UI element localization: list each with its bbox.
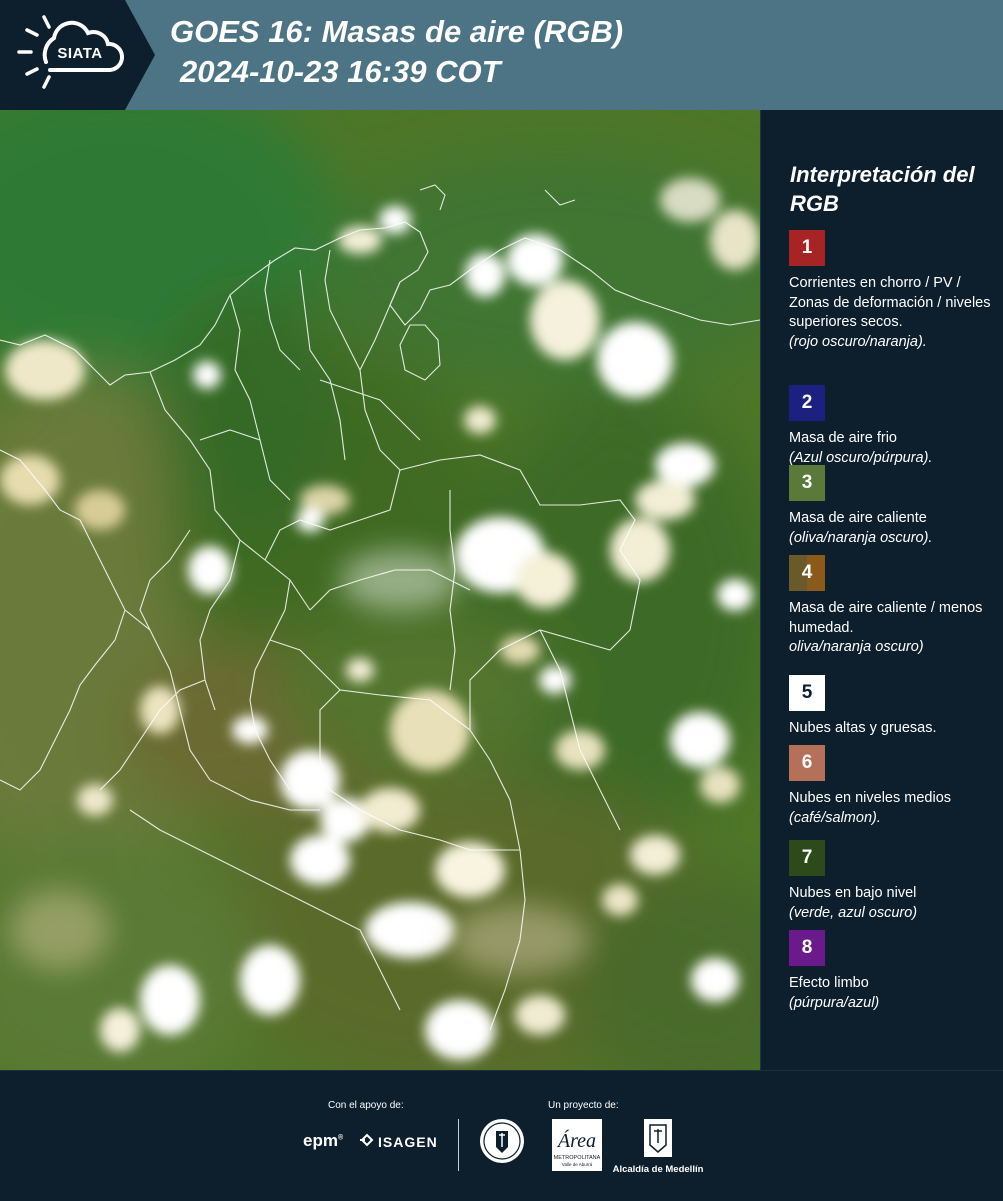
legend-number: 8 <box>801 937 813 958</box>
legend-note: (rojo oscuro/naranja). <box>789 333 927 350</box>
legend-item-2: 2 Masa de aire frio (Azul oscuro/púrpura). <box>789 385 994 468</box>
siata-logo-text: SIATA <box>57 45 103 62</box>
legend-item-8: 8 Efecto limbo (púrpura/azul) <box>789 930 994 1013</box>
legend-swatch-7: 7 <box>789 840 825 876</box>
legend-number: 3 <box>801 472 813 493</box>
legend-description: Corrientes en chorro / PV / Zonas de def… <box>789 275 991 330</box>
area-metropolitana-logo: Área METROPOLITANA Valle de Aburrá <box>552 1119 602 1176</box>
isagen-logo-text: ISAGEN <box>378 1134 438 1150</box>
footer: Con el apoyo de: Un proyecto de: epm® IS… <box>0 1070 1003 1201</box>
legend-swatch-5: 5 <box>789 675 825 711</box>
legend-note: (púrpura/azul) <box>789 994 880 1011</box>
legend-note: (verde, azul oscuro) <box>789 904 918 921</box>
legend-item-6: 6 Nubes en niveles medios (café/salmon). <box>789 745 994 828</box>
page-subtitle-datetime: 2024-10-23 16:39 COT <box>180 54 501 89</box>
area-logo-sub: METROPOLITANA <box>554 1155 601 1161</box>
legend-description: Masa de aire frio <box>789 430 897 446</box>
siata-logo: SIATA <box>0 0 155 110</box>
legend-number: 5 <box>801 682 813 703</box>
legend-swatch-4: 4 <box>789 555 825 591</box>
legend-item-4: 4 Masa de aire caliente / menos humedad. o… <box>789 555 994 658</box>
legend-title: Interpretación del RGB <box>790 162 975 216</box>
epm-logo-text: epm <box>303 1131 338 1150</box>
project-label: Un proyecto de: <box>548 1100 619 1111</box>
legend-number: 2 <box>801 392 813 413</box>
legend-description: Nubes altas y gruesas. <box>789 720 937 736</box>
legend-swatch-8: 8 <box>789 930 825 966</box>
alcaldia-text: Alcaldía de Medellín <box>612 1164 704 1175</box>
legend-swatch-6: 6 <box>789 745 825 781</box>
legend-number: 6 <box>801 752 813 773</box>
legend-description: Masa de aire caliente / menos humedad. <box>789 600 983 636</box>
legend-swatch-2: 2 <box>789 385 825 421</box>
legend-item-1: 1 Corrientes en chorro / PV / Zonas de de… <box>789 230 994 352</box>
legend-number: 1 <box>801 237 813 258</box>
alcaldia-medellin-logo: Alcaldía de Medellín <box>612 1119 704 1175</box>
legend-swatch-1: 1 <box>789 230 825 266</box>
legend-note: (oliva/naranja oscuro). <box>789 529 933 546</box>
area-logo-sub2: Valle de Aburrá <box>562 1162 593 1167</box>
legend-description: Nubes en niveles medios <box>789 790 952 806</box>
legend-description: Masa de aire caliente <box>789 510 927 526</box>
legend-item-3: 3 Masa de aire caliente (oliva/naranja osc… <box>789 465 994 548</box>
legend-description: Efecto limbo <box>789 975 869 991</box>
legend-description: Nubes en bajo nivel <box>789 885 917 901</box>
header: SIATA GOES 16: Masas de aire (RGB) 2024-… <box>0 0 1003 110</box>
legend-item-7: 7 Nubes en bajo nivel (verde, azul oscuro) <box>789 840 994 923</box>
isagen-mark-icon <box>360 1133 374 1150</box>
area-logo-mark: Área <box>556 1129 596 1152</box>
universidad-seal-icon <box>478 1117 526 1170</box>
legend-note: oliva/naranja oscuro) <box>789 639 924 655</box>
legend-number: 4 <box>801 562 813 583</box>
satellite-map <box>0 110 761 1070</box>
epm-logo: epm® <box>303 1131 344 1150</box>
legend-number: 7 <box>801 847 813 868</box>
legend-swatch-3: 3 <box>789 465 825 501</box>
legend-item-5: 5 Nubes altas y gruesas. <box>789 675 994 739</box>
legend-panel: Interpretación del RGB 1 Corrientes en ch… <box>761 110 1003 1070</box>
page-title: GOES 16: Masas de aire (RGB) <box>170 14 624 49</box>
legend-note: (café/salmon). <box>789 809 881 826</box>
support-label: Con el apoyo de: <box>328 1100 404 1111</box>
footer-divider <box>458 1119 459 1171</box>
isagen-logo: ISAGEN <box>360 1133 438 1150</box>
